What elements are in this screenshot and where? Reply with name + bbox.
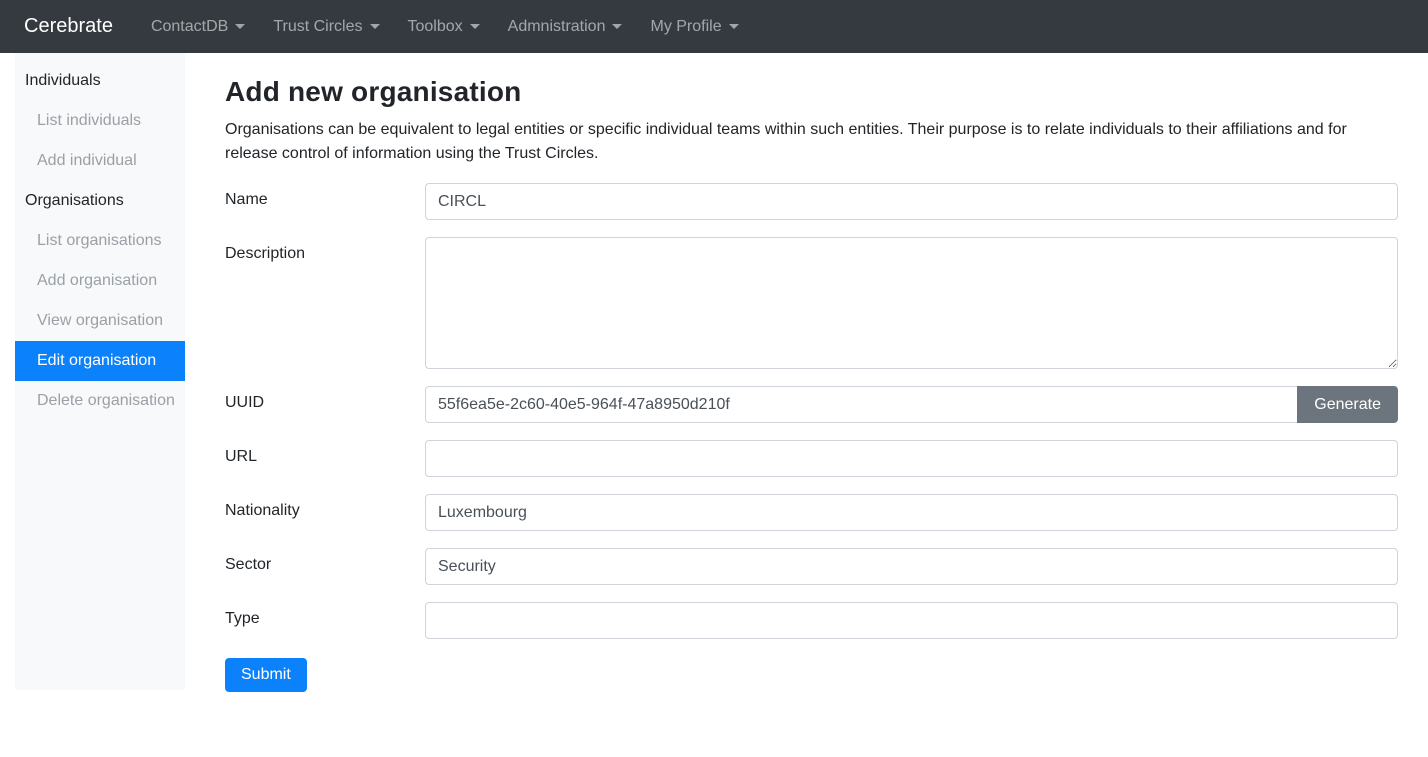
nav-item-label: Admnistration xyxy=(508,18,606,36)
form-row-name: Name xyxy=(225,183,1398,220)
description-label: Description xyxy=(225,237,425,263)
nav-item-label: Toolbox xyxy=(408,18,463,36)
top-navbar: Cerebrate ContactDB Trust Circles Toolbo… xyxy=(0,0,1428,53)
sidebar-item-view-organisation[interactable]: View organisation xyxy=(15,301,185,341)
name-input[interactable] xyxy=(425,183,1398,220)
sidebar-item-list-organisations[interactable]: List organisations xyxy=(15,221,185,261)
sidebar: Individuals List individuals Add individ… xyxy=(15,53,185,690)
sidebar-item-edit-organisation[interactable]: Edit organisation xyxy=(15,341,185,381)
submit-button[interactable]: Submit xyxy=(225,658,307,692)
type-input[interactable] xyxy=(425,602,1398,639)
organisation-form: Name Description UUID Generate URL xyxy=(225,183,1398,692)
nav-item-contactdb[interactable]: ContactDB xyxy=(137,10,259,44)
nav-item-administration[interactable]: Admnistration xyxy=(494,10,637,44)
form-row-uuid: UUID Generate xyxy=(225,386,1398,423)
generate-uuid-button[interactable]: Generate xyxy=(1297,386,1398,423)
chevron-down-icon xyxy=(235,24,245,29)
nav-item-label: Trust Circles xyxy=(273,18,362,36)
main-content: Add new organisation Organisations can b… xyxy=(185,53,1428,757)
form-row-sector: Sector xyxy=(225,548,1398,585)
page-description: Organisations can be equivalent to legal… xyxy=(225,118,1365,166)
url-input[interactable] xyxy=(425,440,1398,477)
form-row-type: Type xyxy=(225,602,1398,639)
nav-item-toolbox[interactable]: Toolbox xyxy=(394,10,494,44)
sector-label: Sector xyxy=(225,548,425,574)
form-row-nationality: Nationality xyxy=(225,494,1398,531)
type-label: Type xyxy=(225,602,425,628)
sidebar-header-organisations: Organisations xyxy=(15,181,185,221)
nationality-input[interactable] xyxy=(425,494,1398,531)
sidebar-item-add-organisation[interactable]: Add organisation xyxy=(15,261,185,301)
url-label: URL xyxy=(225,440,425,466)
sector-input[interactable] xyxy=(425,548,1398,585)
nav-item-my-profile[interactable]: My Profile xyxy=(636,10,752,44)
sidebar-header-individuals: Individuals xyxy=(15,61,185,101)
navbar-brand[interactable]: Cerebrate xyxy=(24,15,113,38)
form-row-description: Description xyxy=(225,237,1398,369)
page-title: Add new organisation xyxy=(225,76,1398,108)
navbar-menu: ContactDB Trust Circles Toolbox Admnistr… xyxy=(137,10,753,44)
uuid-input[interactable] xyxy=(425,386,1298,423)
nationality-label: Nationality xyxy=(225,494,425,520)
form-row-url: URL xyxy=(225,440,1398,477)
chevron-down-icon xyxy=(729,24,739,29)
sidebar-item-list-individuals[interactable]: List individuals xyxy=(15,101,185,141)
nav-item-trust-circles[interactable]: Trust Circles xyxy=(259,10,393,44)
sidebar-item-add-individual[interactable]: Add individual xyxy=(15,141,185,181)
chevron-down-icon xyxy=(470,24,480,29)
name-label: Name xyxy=(225,183,425,209)
chevron-down-icon xyxy=(612,24,622,29)
nav-item-label: ContactDB xyxy=(151,18,228,36)
left-gutter xyxy=(0,53,15,757)
sidebar-item-delete-organisation[interactable]: Delete organisation xyxy=(15,381,185,421)
description-textarea[interactable] xyxy=(425,237,1398,369)
nav-item-label: My Profile xyxy=(650,18,721,36)
uuid-label: UUID xyxy=(225,386,425,412)
chevron-down-icon xyxy=(370,24,380,29)
